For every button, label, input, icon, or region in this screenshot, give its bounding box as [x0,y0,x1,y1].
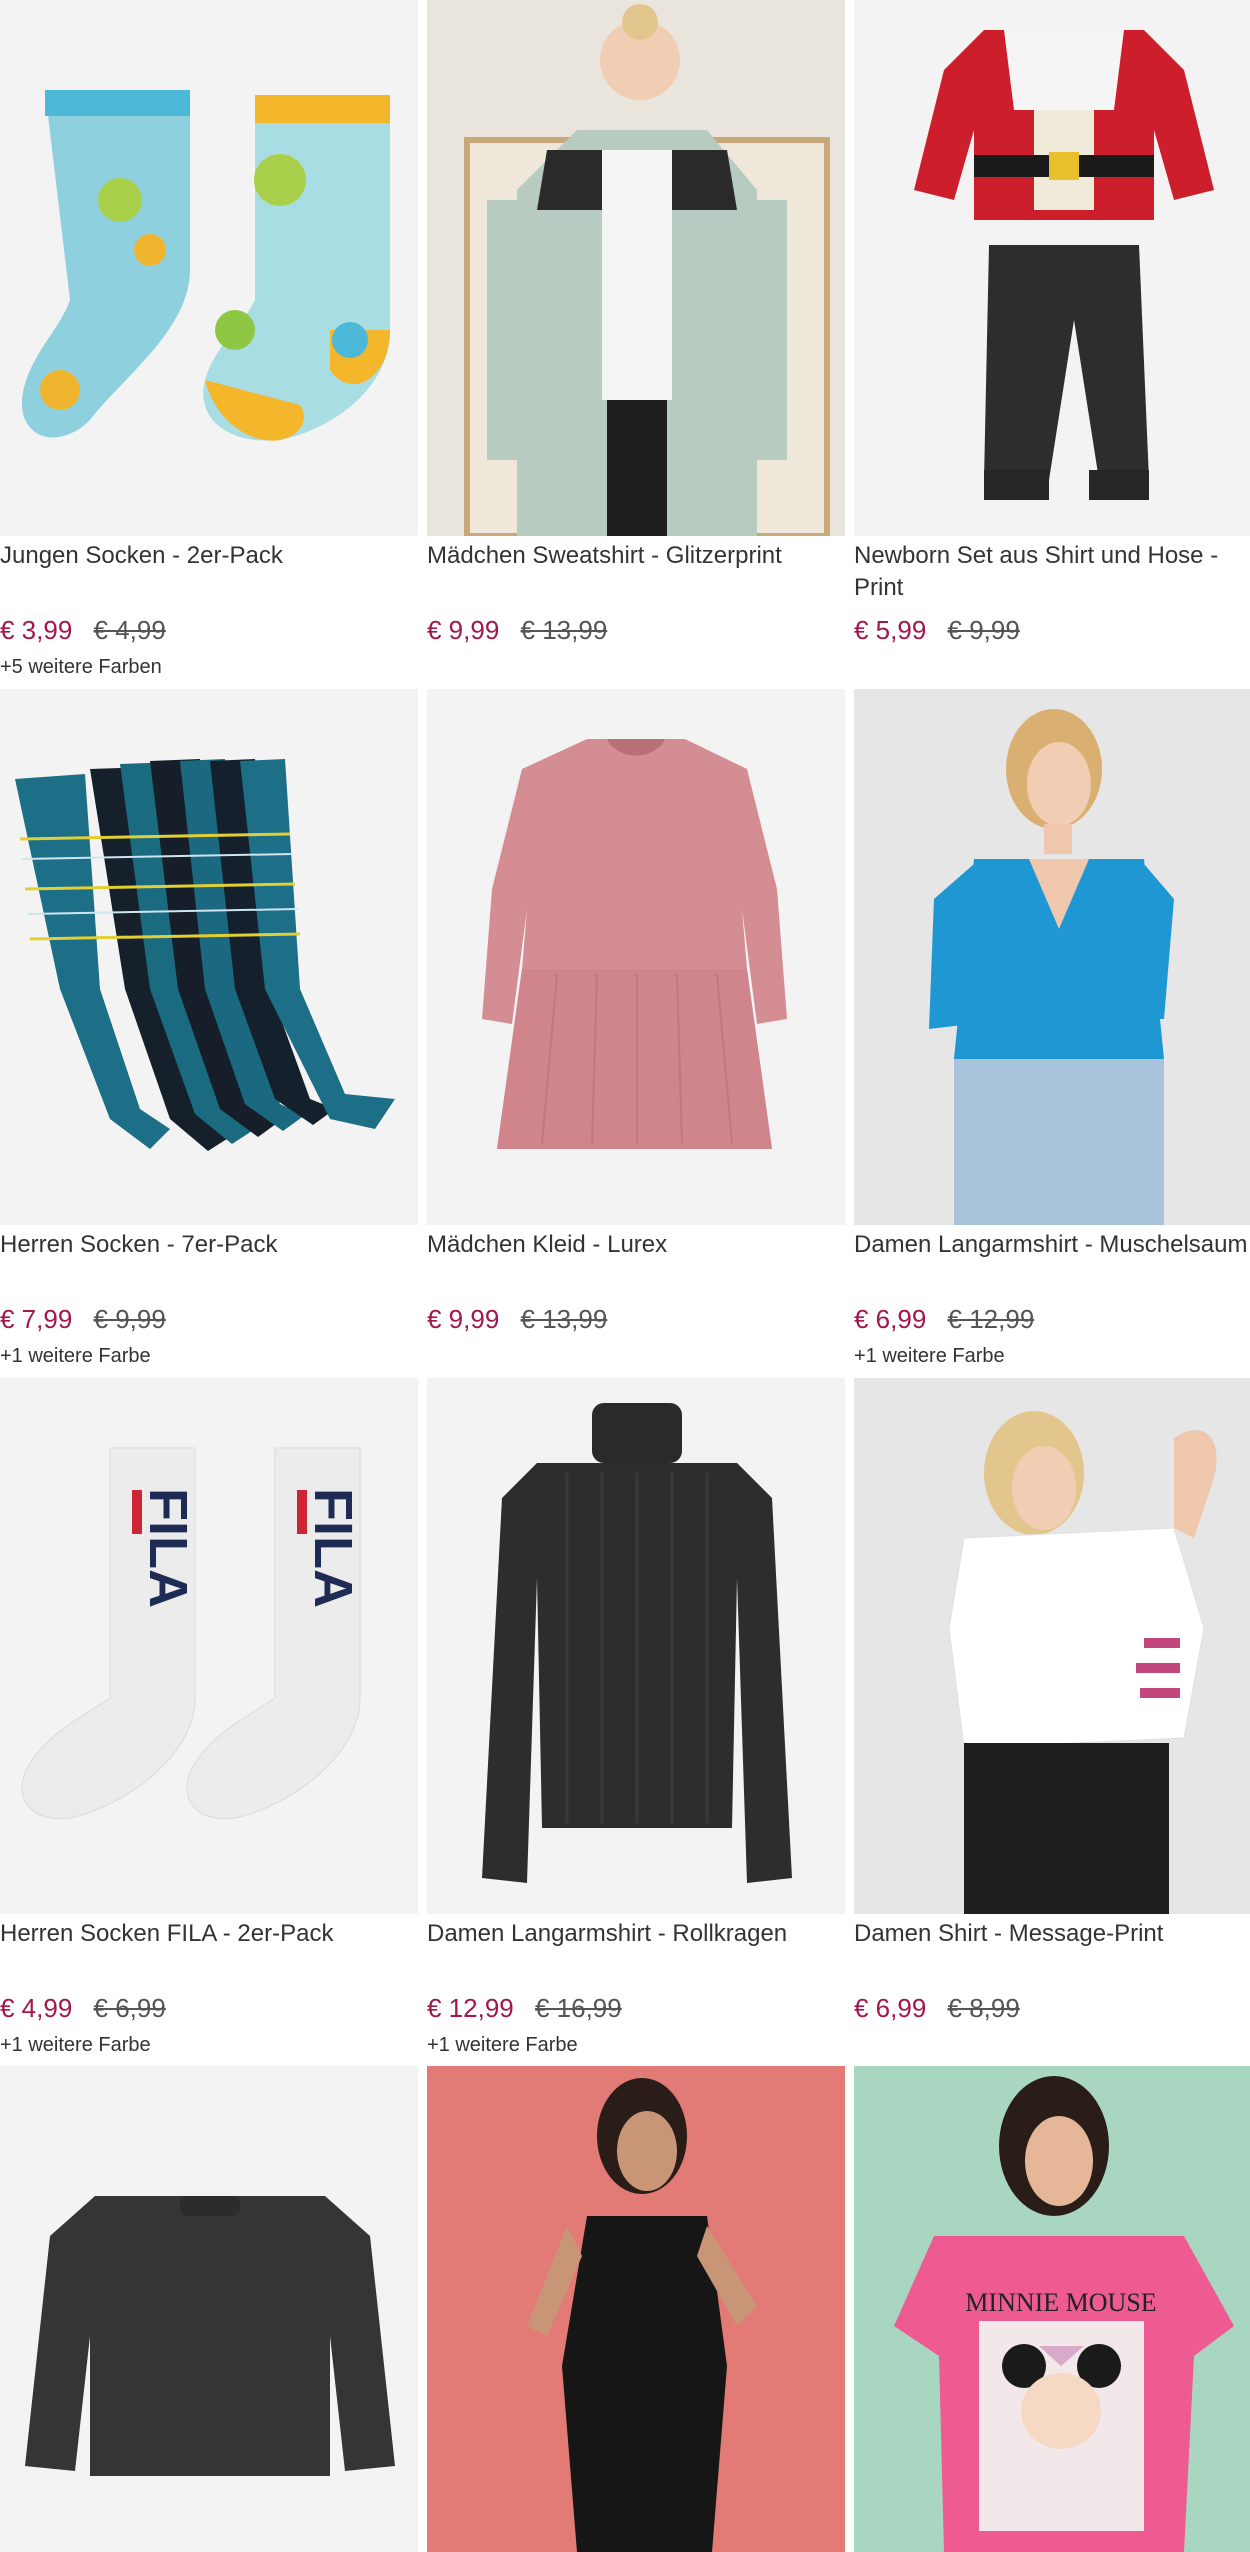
original-price: € 8,99 [947,1993,1020,2023]
woman-pink-minnie-tee-image: MINNIE MOUSE [854,2066,1250,2552]
original-price: € 16,99 [534,1993,622,2023]
original-price: € 13,99 [520,615,608,645]
woman-black-dress-image [427,2066,845,2552]
price-group: € 9,99 € 13,99 [427,1303,607,1335]
product-title[interactable]: Damen Langarmshirt - Muschelsaum [854,1229,1250,1261]
fila-white-socks-image: FILA FILA [0,1378,418,1914]
product-title[interactable]: Damen Shirt - Message-Print [854,1918,1250,1950]
product-title[interactable]: Damen Langarmshirt - Rollkragen [427,1918,845,1950]
original-price: € 4,99 [93,615,166,645]
current-price: € 9,99 [427,1304,500,1334]
current-price: € 6,99 [854,1304,927,1334]
original-price: € 12,99 [947,1304,1035,1334]
original-price: € 9,99 [947,615,1020,645]
product-image[interactable] [427,689,845,1225]
current-price: € 7,99 [0,1304,73,1334]
price-group: € 9,99 € 13,99 [427,614,607,646]
product-image[interactable] [854,1378,1250,1914]
svg-text:FILA: FILA [138,1488,198,1608]
product-image[interactable] [854,689,1250,1225]
original-price: € 6,99 [93,1993,166,2023]
current-price: € 3,99 [0,615,73,645]
dark-gray-sweatshirt-image [0,2066,418,2552]
current-price: € 9,99 [427,615,500,645]
product-title[interactable]: Herren Socken - 7er-Pack [0,1229,418,1261]
pink-dress-image [427,689,845,1225]
svg-text:MINNIE MOUSE: MINNIE MOUSE [965,2288,1156,2317]
current-price: € 12,99 [427,1993,514,2023]
price-group: € 4,99 € 6,99 [0,1992,166,2024]
product-image[interactable] [427,1378,845,1914]
original-price: € 9,99 [93,1304,166,1334]
original-price: € 13,99 [520,1304,608,1334]
product-image[interactable]: FILA FILA [0,1378,418,1914]
product-image[interactable] [427,0,845,536]
more-colors-link[interactable]: +1 weitere Farbe [854,1343,1005,1369]
santa-shirt-and-pants-image [854,0,1250,536]
price-group: € 6,99 € 12,99 [854,1303,1034,1335]
current-price: € 5,99 [854,615,927,645]
product-image[interactable] [854,0,1250,536]
girl-puffer-jacket-image [427,0,845,536]
price-group: € 12,99 € 16,99 [427,1992,622,2024]
product-title[interactable]: Jungen Socken - 2er-Pack [0,540,418,572]
product-image[interactable]: MINNIE MOUSE [854,2066,1250,2552]
svg-text:FILA: FILA [303,1488,363,1608]
more-colors-link[interactable]: +5 weitere Farben [0,654,162,680]
current-price: € 4,99 [0,1993,73,2023]
product-image[interactable] [427,2066,845,2552]
more-colors-link[interactable]: +1 weitere Farbe [427,2032,578,2058]
product-title[interactable]: Mädchen Sweatshirt - Glitzerprint [427,540,845,572]
woman-blue-top-image [854,689,1250,1225]
product-title[interactable]: Herren Socken FILA - 2er-Pack [0,1918,418,1950]
current-price: € 6,99 [854,1993,927,2023]
striped-socks-pack-image [0,689,418,1225]
price-group: € 7,99 € 9,99 [0,1303,166,1335]
product-title[interactable]: Mädchen Kleid - Lurex [427,1229,845,1261]
kids-monster-socks-image [0,0,418,536]
product-image[interactable] [0,0,418,536]
price-group: € 3,99 € 4,99 [0,614,166,646]
price-group: € 5,99 € 9,99 [854,614,1020,646]
product-title[interactable]: Newborn Set aus Shirt und Hose - Print [854,540,1250,604]
more-colors-link[interactable]: +1 weitere Farbe [0,2032,151,2058]
woman-white-tee-image [854,1378,1250,1914]
product-image[interactable] [0,2066,418,2552]
black-turtleneck-image [427,1378,845,1914]
more-colors-link[interactable]: +1 weitere Farbe [0,1343,151,1369]
price-group: € 6,99 € 8,99 [854,1992,1020,2024]
product-image[interactable] [0,689,418,1225]
